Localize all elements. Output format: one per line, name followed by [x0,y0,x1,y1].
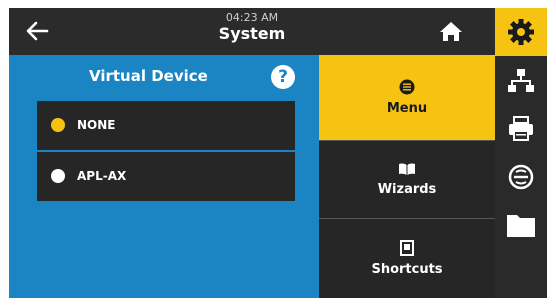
bookmark-icon [400,240,414,256]
clock-time: 04:23 AM [225,11,279,24]
shortcuts-button[interactable]: Shortcuts [319,219,495,298]
folder-icon [507,215,535,237]
help-button[interactable]: ? [271,65,295,89]
panel-title: Virtual Device [89,67,208,85]
settings-tab[interactable] [495,8,547,56]
virtual-device-options: NONE APL-AX [37,101,295,201]
rfid-tab[interactable] [495,154,547,200]
printer-screen: 04:23 AM System Virtual Device ? NONE AP… [9,8,547,298]
wizards-label: Wizards [377,182,437,197]
radio-selected-icon [51,118,65,132]
home-icon[interactable] [437,18,465,44]
storage-tab[interactable] [495,202,547,248]
option-label: APL-AX [77,169,127,183]
shortcuts-label: Shortcuts [371,262,443,277]
menu-label: Menu [386,101,428,116]
menu-column: Menu Wizards Shortcuts [319,55,495,298]
option-apl-ax[interactable]: APL-AX [37,152,295,200]
tool-strip [495,8,547,298]
wizards-button[interactable]: Wizards [319,141,495,218]
network-icon [508,69,534,92]
top-bar: 04:23 AM System [9,8,495,55]
menu-circle-icon [399,79,415,95]
printer-icon [509,116,533,141]
radio-unselected-icon [51,169,65,183]
menu-button[interactable]: Menu [319,55,495,140]
book-icon [399,163,415,175]
option-label: NONE [77,118,116,132]
printer-tab[interactable] [495,106,547,152]
option-none[interactable]: NONE [37,101,295,149]
rfid-icon [508,164,534,190]
page-title: System [218,24,286,43]
gear-icon [508,19,534,45]
network-tab[interactable] [495,58,547,104]
virtual-device-panel: Virtual Device ? NONE APL-AX [9,55,319,298]
